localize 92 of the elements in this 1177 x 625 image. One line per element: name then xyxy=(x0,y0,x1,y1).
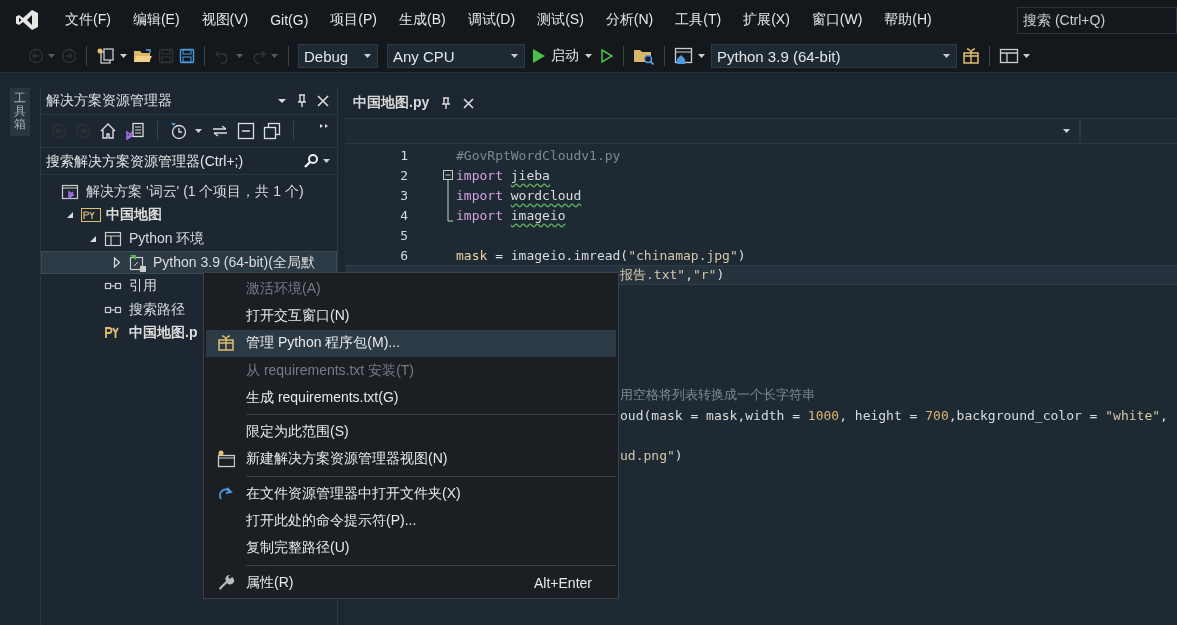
menu-item[interactable]: 扩展(X) xyxy=(732,11,801,29)
caret-icon[interactable] xyxy=(697,53,706,59)
app-logo-icon xyxy=(15,9,39,31)
new-project-icon[interactable] xyxy=(96,47,116,65)
caret-icon xyxy=(510,53,519,59)
toolbar-dropdown[interactable]: Python 3.9 (64-bit) xyxy=(711,44,957,68)
menu-item[interactable]: 复制完整路径(U) xyxy=(206,534,616,562)
tree-item[interactable]: Python 3.9 (64-bit)(全局默 xyxy=(41,250,337,275)
python-project-icon xyxy=(81,206,101,225)
caret-icon xyxy=(363,53,372,59)
menu-item[interactable]: 调试(D) xyxy=(456,11,527,29)
expanded-arrow-icon[interactable] xyxy=(65,211,74,220)
code-line: mask = imageio.imread("chinamap.jpg") xyxy=(456,247,746,263)
document-tab[interactable]: 中国地图.py xyxy=(345,88,483,118)
menu-item[interactable]: 打开交互窗口(N) xyxy=(206,302,616,330)
new-window-icon xyxy=(217,450,235,469)
line-number: 3 xyxy=(399,187,408,203)
line-number: 6 xyxy=(399,247,408,263)
gift-icon xyxy=(217,334,235,353)
line-number: 5 xyxy=(399,227,408,243)
views-icon[interactable] xyxy=(125,122,145,140)
menu-item[interactable]: 帮助(H) xyxy=(873,11,943,29)
menu-item[interactable]: 编辑(E) xyxy=(121,11,191,29)
menu-item[interactable]: 测试(S) xyxy=(526,11,595,29)
caret-icon xyxy=(584,53,593,59)
collapsed-arrow-icon[interactable] xyxy=(112,257,121,269)
code-line: ud.png") xyxy=(620,447,683,463)
menu-item[interactable]: 生成(B) xyxy=(388,11,457,29)
home-icon[interactable] xyxy=(99,122,117,140)
menu-item[interactable]: 生成 requirements.txt(G) xyxy=(206,384,616,412)
search-field[interactable]: 搜索解决方案资源管理器(Ctrl+;) xyxy=(46,153,300,169)
menu-item[interactable]: Git(G) xyxy=(259,12,320,28)
open-folder-icon[interactable] xyxy=(133,48,153,64)
toolbox-tab[interactable]: 工具箱 xyxy=(10,88,30,136)
folder-search-icon[interactable] xyxy=(633,47,655,65)
sync-icon[interactable] xyxy=(211,123,229,139)
menu-item[interactable]: 视图(V) xyxy=(190,11,260,29)
collapse-icon[interactable] xyxy=(237,122,255,140)
close-icon[interactable] xyxy=(317,95,329,107)
clock-icon[interactable] xyxy=(170,122,188,140)
menu-item[interactable]: 属性(R) Alt+Enter xyxy=(206,568,616,597)
close-icon[interactable] xyxy=(463,97,475,109)
play-outline-icon[interactable] xyxy=(600,48,614,64)
caret-icon[interactable] xyxy=(194,128,203,134)
line-number: 4 xyxy=(399,207,408,223)
wrench-icon xyxy=(217,573,235,592)
tree-item[interactable]: 中国地图 xyxy=(41,203,337,228)
menu-item[interactable]: 限定为此范围(S) xyxy=(206,418,616,446)
solution-icon xyxy=(61,182,81,201)
caret-icon xyxy=(322,158,331,164)
code-line: #GovRptWordCloudv1.py xyxy=(456,147,621,163)
tree-item[interactable]: Python 环境 xyxy=(41,227,337,251)
panel-title: 解决方案资源管理器 xyxy=(46,92,173,110)
menu-item[interactable]: 管理 Python 程序包(M)... xyxy=(206,329,616,357)
show-all-icon[interactable] xyxy=(263,122,281,140)
environment-icon xyxy=(128,253,148,272)
menu-item[interactable]: 项目(P) xyxy=(319,11,388,29)
dropdown-icon[interactable] xyxy=(277,98,287,104)
toolbar-dropdown[interactable]: Debug xyxy=(298,44,378,68)
caret-icon xyxy=(1062,128,1071,134)
menu-item[interactable]: 打开此处的命令提示符(P)... xyxy=(206,507,616,535)
overflow-icon[interactable] xyxy=(319,121,329,131)
menu-item[interactable]: 窗口(W) xyxy=(800,11,874,29)
pin-icon[interactable] xyxy=(441,96,452,110)
caret-icon[interactable] xyxy=(119,53,128,59)
menu-item[interactable]: 新建解决方案资源管理器视图(N) xyxy=(206,445,616,474)
gift-icon[interactable] xyxy=(962,47,980,65)
toolbar-dropdown[interactable]: Any CPU xyxy=(387,44,525,68)
pin-icon[interactable] xyxy=(297,94,307,108)
browser-icon[interactable] xyxy=(674,47,694,65)
line-number: 2 xyxy=(399,167,408,183)
line-number: 1 xyxy=(399,147,408,163)
caret-icon xyxy=(942,53,951,59)
code-line: import jieba xyxy=(456,167,550,183)
menu-item[interactable]: 工具(T) xyxy=(664,11,733,29)
play-icon xyxy=(532,48,546,64)
search-field[interactable]: 搜索 (Ctrl+Q) xyxy=(1017,6,1177,34)
code-line: 报告.txt","r") xyxy=(620,266,725,284)
caret-icon[interactable] xyxy=(1022,53,1031,59)
menu-item[interactable]: 在文件资源管理器中打开文件夹(X) xyxy=(206,480,616,508)
environment-icon xyxy=(104,230,124,248)
start-button[interactable]: 启动 xyxy=(530,47,595,65)
tree-item[interactable]: 解决方案 '词云' (1 个项目，共 1 个) xyxy=(41,180,337,204)
expanded-arrow-icon[interactable] xyxy=(88,235,97,243)
save-all-icon[interactable] xyxy=(179,48,195,64)
menu-item[interactable]: 分析(N) xyxy=(594,11,665,29)
code-line: import imageio xyxy=(456,207,566,223)
menu-item[interactable]: 文件(F) xyxy=(54,11,122,29)
code-line: oud(mask = mask,width = 1000, height = 700,background_color = "white", xyxy=(620,407,1168,423)
code-line: import wordcloud xyxy=(456,187,582,203)
layout-icon[interactable] xyxy=(999,48,1019,64)
search-icon xyxy=(304,154,318,168)
